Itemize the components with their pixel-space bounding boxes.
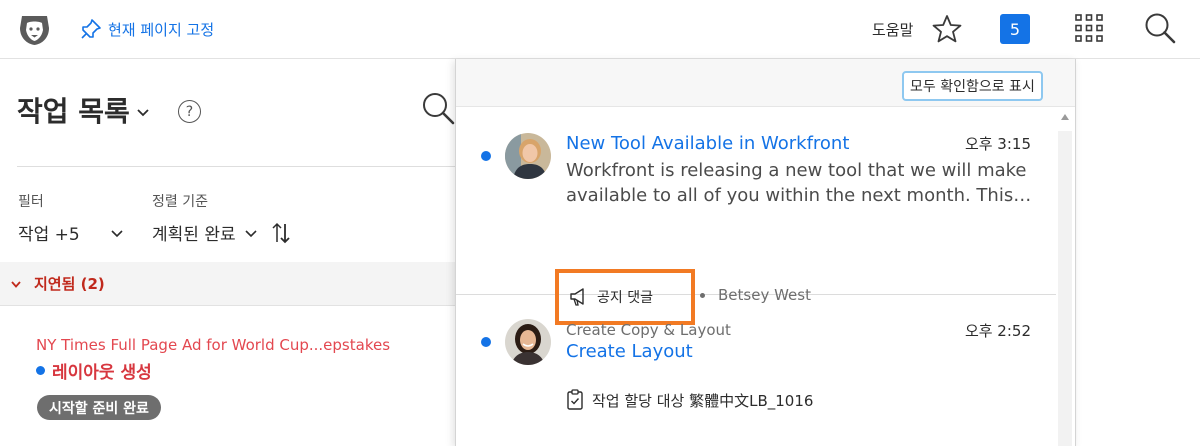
notification-count-badge[interactable]: 5 <box>1000 14 1030 44</box>
search-icon[interactable] <box>420 90 456 126</box>
pin-icon <box>81 19 101 39</box>
filter-value: 작업 +5 <box>18 225 80 245</box>
help-link[interactable]: 도움말 <box>872 19 913 40</box>
task-name-text: 레이아웃 생성 <box>52 363 152 383</box>
search-icon[interactable] <box>1143 11 1177 45</box>
scrollbar[interactable] <box>1056 107 1075 446</box>
panel-header: 모두 확인함으로 표시 <box>456 59 1075 107</box>
assignment-text: 작업 할당 대상 繁體中文LB_1016 <box>592 391 814 410</box>
notification-title[interactable]: Create Layout <box>566 341 693 362</box>
lion-logo-icon[interactable] <box>18 13 51 46</box>
pin-page-link[interactable]: 현재 페이지 고정 <box>80 17 214 41</box>
notification-time: 오후 2:52 <box>964 322 1031 340</box>
notification-item[interactable]: New Tool Available in Workfront 오후 3:15 … <box>456 107 1056 325</box>
notification-time: 오후 3:15 <box>964 135 1031 153</box>
filter-label: 필터 <box>18 194 44 210</box>
unread-dot <box>481 337 491 347</box>
favorites-star-icon[interactable] <box>931 13 963 45</box>
pin-page-label: 현재 페이지 고정 <box>108 20 215 39</box>
chevron-down-icon <box>137 109 149 117</box>
overdue-section-header[interactable]: 지연됨 (2) <box>0 262 458 306</box>
sort-dropdown[interactable]: 계획된 완료 <box>152 220 292 245</box>
assignment-row: 작업 할당 대상 繁體中文LB_1016 <box>566 389 813 411</box>
mark-all-read-button[interactable]: 모두 확인함으로 표시 <box>902 71 1043 101</box>
chevron-down-icon <box>11 280 21 288</box>
unread-dot <box>36 366 45 375</box>
sort-direction-icon[interactable] <box>270 221 292 245</box>
notification-panel: 모두 확인함으로 표시 New Tool Available in Workfr… <box>455 59 1076 446</box>
scroll-track[interactable] <box>1058 131 1072 446</box>
chevron-down-icon <box>111 229 123 237</box>
clipboard-check-icon <box>567 389 583 410</box>
unread-dot <box>481 151 491 161</box>
top-bar: 현재 페이지 고정 도움말 5 <box>0 0 1200 59</box>
notification-body: Workfront is releasing a new tool that w… <box>566 160 1032 206</box>
status-badge[interactable]: 시작할 준비 완료 <box>37 395 161 420</box>
chevron-down-icon <box>245 229 257 237</box>
avatar <box>505 319 551 365</box>
help-icon[interactable]: ? <box>178 100 201 123</box>
sort-value: 계획된 완료 <box>152 225 236 245</box>
notification-project[interactable]: Create Copy & Layout <box>566 321 731 339</box>
scroll-up-arrow-icon[interactable] <box>1061 114 1069 120</box>
notification-title[interactable]: New Tool Available in Workfront <box>566 133 849 154</box>
notification-item[interactable]: Create Copy & Layout Create Layout 오후 2:… <box>456 295 1056 446</box>
sort-label: 정렬 기준 <box>152 194 208 210</box>
avatar <box>505 133 551 179</box>
section-label: 지연됨 (2) <box>34 275 105 293</box>
page-title-text: 작업 목록 <box>17 95 130 128</box>
filter-dropdown[interactable]: 작업 +5 <box>18 220 124 245</box>
divider <box>17 166 457 167</box>
task-name[interactable]: 레이아웃 생성 <box>36 358 152 383</box>
task-project-link[interactable]: NY Times Full Page Ad for World Cup...ep… <box>36 336 390 354</box>
page-title[interactable]: 작업 목록 <box>17 90 150 130</box>
app-grid-icon[interactable] <box>1074 13 1104 43</box>
